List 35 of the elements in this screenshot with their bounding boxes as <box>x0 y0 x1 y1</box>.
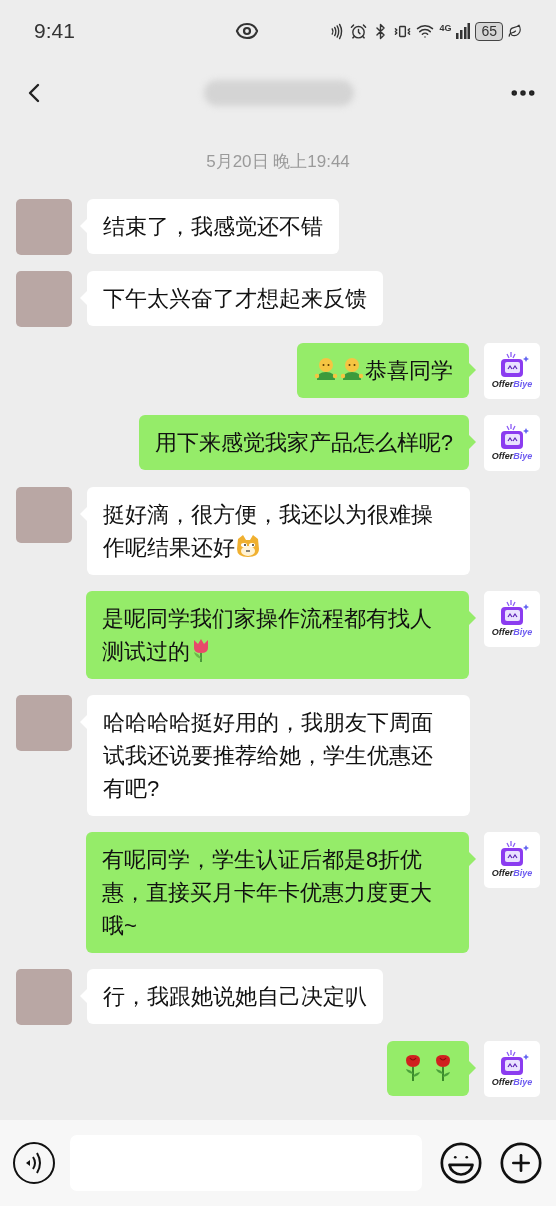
brand-avatar[interactable]: OfferBiye <box>484 1040 540 1097</box>
message-timestamp: 5月20日 晚上19:44 <box>206 151 350 173</box>
rose-icon <box>403 1053 423 1082</box>
brand-avatar[interactable]: OfferBiye <box>484 831 540 888</box>
bubble-tail <box>469 434 476 449</box>
blurred-avatar[interactable] <box>16 968 72 1025</box>
brand-avatar[interactable]: OfferBiye <box>484 590 540 647</box>
rose-icon <box>433 1053 453 1082</box>
emoji-icon[interactable] <box>438 1140 484 1186</box>
bubble-tail <box>469 851 476 866</box>
brand-logo-text: OfferBiye <box>491 1077 533 1088</box>
brand-logo-text: OfferBiye <box>491 379 533 390</box>
dog-face-icon <box>235 532 261 559</box>
network-type: 4G <box>439 23 452 33</box>
leaf-icon <box>508 24 522 38</box>
battery-level: 65 <box>475 21 503 41</box>
alarm-icon <box>350 22 368 40</box>
blurred-avatar[interactable] <box>16 694 72 751</box>
brand-logo-text: OfferBiye <box>491 451 533 462</box>
hugging-figure-icon <box>313 355 339 382</box>
status-time: 9:41 <box>34 18 75 45</box>
voice-icon[interactable] <box>12 1141 56 1185</box>
signal-icon <box>456 23 471 39</box>
brand-avatar[interactable]: OfferBiye <box>484 414 540 471</box>
bubble-tail <box>469 610 476 625</box>
wifi-icon <box>416 22 435 40</box>
blurred-avatar[interactable] <box>16 486 72 543</box>
hugging-figure-icon <box>339 355 365 382</box>
brand-logo-text: OfferBiye <box>491 868 533 879</box>
add-icon[interactable] <box>498 1140 544 1186</box>
brand-avatar[interactable]: OfferBiye <box>484 342 540 399</box>
bubble-tail <box>469 362 476 377</box>
blurred-avatar[interactable] <box>16 198 72 255</box>
brand-logo-text: OfferBiye <box>491 627 533 638</box>
blurred-avatar[interactable] <box>16 270 72 327</box>
